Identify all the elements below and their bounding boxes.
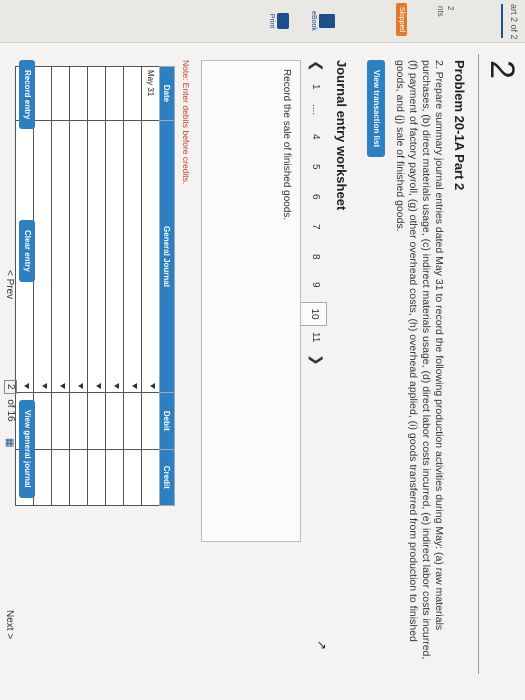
date-cell[interactable]: [87, 66, 106, 121]
debit-input[interactable]: [105, 392, 124, 450]
page-link-10-active[interactable]: 10: [300, 302, 327, 326]
account-select[interactable]: [51, 120, 70, 393]
print-link[interactable]: Print: [268, 6, 289, 36]
ebook-label: eBook: [310, 11, 317, 31]
debit-input[interactable]: [33, 392, 52, 450]
table-row: [33, 66, 52, 506]
print-label: Print: [268, 13, 275, 29]
next-button[interactable]: Next >: [4, 610, 15, 639]
debit-input[interactable]: [69, 392, 88, 450]
app-stage: art 2 of 2 2 nts Skipped eBook Print 2 P…: [0, 0, 525, 700]
page-link-7[interactable]: 7: [310, 224, 321, 230]
footer-nav: < Prev 2 of 16 ▦ Next >: [0, 0, 17, 700]
table-row: [105, 66, 124, 506]
credit-header: Credit: [159, 449, 175, 506]
page-link-8[interactable]: 8: [310, 254, 321, 260]
task-instruction: Record the sale of finished goods.: [281, 69, 292, 221]
account-select[interactable]: [87, 120, 106, 393]
debit-header: Debit: [159, 392, 175, 450]
chevron-down-icon: [132, 383, 137, 390]
account-select[interactable]: [105, 120, 124, 393]
problem-title: Problem 20-1A Part 2: [452, 60, 467, 191]
date-cell[interactable]: [123, 66, 142, 121]
current-page-input[interactable]: 2: [4, 380, 17, 394]
table-row: May 31: [141, 66, 160, 506]
skipped-badge: Skipped: [396, 3, 407, 37]
question-number: 2: [483, 60, 521, 79]
page-link-4[interactable]: 4: [310, 134, 321, 140]
header-divider: [478, 54, 479, 674]
chevron-down-icon: [78, 383, 83, 390]
task-box: Record the sale of finished goods.: [201, 60, 301, 542]
account-select[interactable]: [69, 120, 88, 393]
debit-input[interactable]: [123, 392, 142, 450]
credit-input[interactable]: [141, 449, 160, 506]
worksheet-pager: ❮ 1 .... 4 5 6 7 8 9 10 11 ❯: [300, 60, 327, 366]
credit-input[interactable]: [87, 449, 106, 506]
clear-entry-button[interactable]: Clear entry: [19, 220, 35, 282]
journal-body: May 31: [15, 66, 160, 506]
chevron-right-icon[interactable]: ❯: [308, 354, 325, 366]
credit-input[interactable]: [51, 449, 70, 506]
chevron-down-icon: [42, 383, 47, 390]
date-cell[interactable]: [105, 66, 124, 121]
date-cell[interactable]: May 31: [141, 66, 160, 121]
chevron-down-icon: [60, 383, 65, 390]
page-link-6[interactable]: 6: [310, 194, 321, 200]
debits-note: Note: Enter debits before credits.: [181, 60, 191, 185]
points-indicator: 2 nts: [435, 6, 455, 17]
record-entry-button[interactable]: Record entry: [19, 60, 35, 130]
account-select[interactable]: [123, 120, 142, 393]
view-transaction-list-button[interactable]: View transaction list: [367, 60, 385, 158]
chevron-left-icon[interactable]: ❮: [308, 60, 325, 72]
page-total: of 16: [5, 399, 16, 422]
chevron-down-icon: [96, 383, 101, 390]
worksheet-title: Journal entry worksheet: [334, 60, 349, 211]
account-select[interactable]: [141, 120, 160, 393]
general-journal-header: General Journal: [159, 120, 175, 393]
points-value: 2: [446, 6, 455, 11]
date-cell[interactable]: [69, 66, 88, 121]
problem-text: 2. Prepare summary journal entries dated…: [394, 60, 445, 660]
points-label: nts: [436, 6, 445, 17]
grid-icon[interactable]: ▦: [4, 438, 15, 447]
page-indicator: 2 of 16: [4, 380, 17, 422]
question-sidebar: art 2 of 2 2 nts Skipped eBook Print: [0, 0, 525, 43]
table-row: [87, 66, 106, 506]
chevron-down-icon: [150, 383, 155, 390]
page-link-1[interactable]: 1: [310, 84, 321, 90]
credit-input[interactable]: [105, 449, 124, 506]
part-indicator: art 2 of 2: [509, 4, 519, 40]
printer-icon: [277, 13, 289, 29]
debit-input[interactable]: [141, 392, 160, 450]
date-cell[interactable]: [51, 66, 70, 121]
chevron-down-icon: [114, 383, 119, 390]
page-link-9[interactable]: 9: [310, 282, 321, 288]
debit-input[interactable]: [51, 392, 70, 450]
page-link-11[interactable]: 11: [310, 332, 321, 342]
ebook-icon: [319, 14, 335, 28]
view-general-journal-button[interactable]: View general journal: [19, 400, 35, 498]
credit-input[interactable]: [69, 449, 88, 506]
account-select[interactable]: [33, 120, 52, 393]
credit-input[interactable]: [33, 449, 52, 506]
prev-button[interactable]: < Prev: [4, 270, 15, 299]
chevron-down-icon: [24, 383, 29, 390]
ebook-link[interactable]: eBook: [310, 6, 335, 36]
part-progress-bar: [501, 4, 503, 38]
mouse-cursor-icon: ↗: [315, 640, 329, 651]
date-header: Date: [159, 66, 175, 121]
credit-input[interactable]: [123, 449, 142, 506]
page-link-5[interactable]: 5: [310, 164, 321, 170]
debit-input[interactable]: [87, 392, 106, 450]
date-cell[interactable]: [33, 66, 52, 121]
table-row: [51, 66, 70, 506]
table-row: [123, 66, 142, 506]
journal-table: Date General Journal Debit Credit May 31: [15, 66, 175, 506]
table-row: [69, 66, 88, 506]
page-ellipsis: ....: [310, 104, 321, 116]
